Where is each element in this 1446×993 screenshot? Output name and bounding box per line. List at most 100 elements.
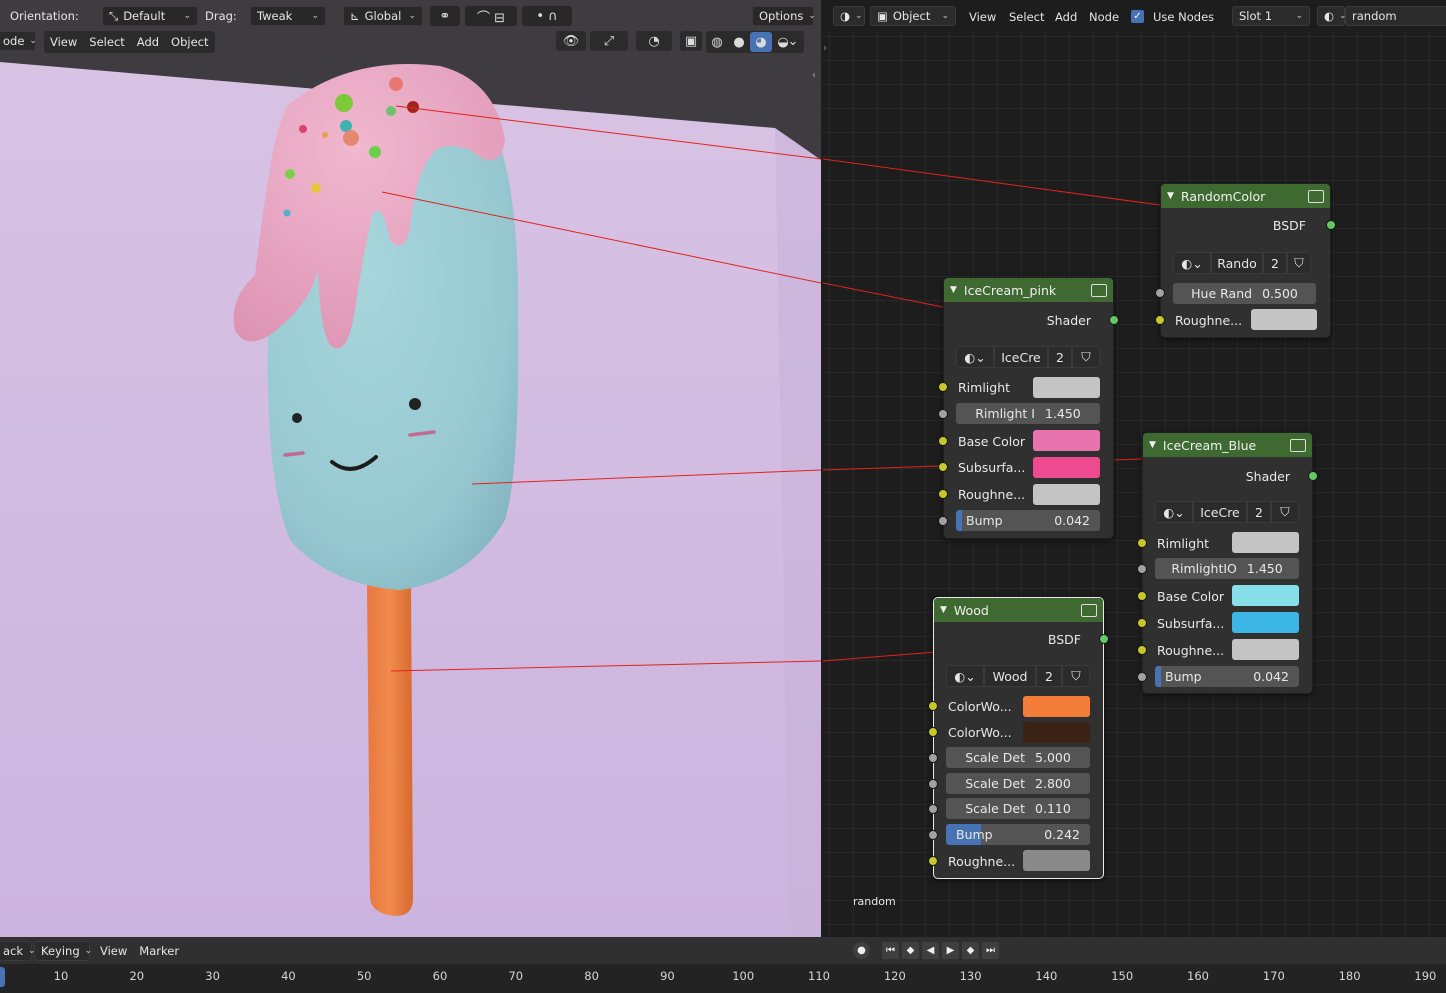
base-color-socket[interactable] — [1137, 591, 1147, 601]
chevron-down-icon[interactable]: ⌄ — [784, 31, 802, 51]
rimlight-ior-field[interactable]: RimlightIO 1.450 — [1155, 558, 1299, 579]
subsurface-socket[interactable] — [1137, 618, 1147, 628]
node-icecream-blue[interactable]: ▼ IceCream_Blue Shader ◐⌄ IceCre 2 ⛉ Rim… — [1137, 432, 1318, 694]
rimlight-ior-field[interactable]: Rimlight I 1.450 — [956, 403, 1100, 424]
3d-viewport[interactable]: Orientation: ⤡ Default ⌄ Drag: Tweak ⌄ ⊾… — [0, 0, 821, 937]
jump-end-icon[interactable]: ⏭ — [982, 942, 999, 959]
roughness-socket[interactable] — [938, 489, 948, 499]
hue-input-socket[interactable] — [1155, 288, 1165, 298]
user-count[interactable]: 2 — [1263, 252, 1287, 274]
wireframe-shading-icon[interactable]: ◍ — [706, 32, 728, 52]
rimlight-input-socket[interactable] — [1137, 538, 1147, 548]
material-browse-icon[interactable]: ◐⌄ — [956, 346, 994, 368]
scale-detail-2-field[interactable]: Scale Det 2.800 — [946, 773, 1090, 794]
node-randomcolor[interactable]: ▼ RandomColor BSDF ◐⌄ Rando 2 ⛉ Hue Rand… — [1155, 183, 1336, 338]
material-browse-icon[interactable]: ◐⌄ — [1173, 252, 1211, 274]
transform-orientation-dropdown[interactable]: ⊾ Global ⌄ — [343, 6, 423, 26]
material-name[interactable]: Wood — [984, 665, 1036, 687]
pivot-point-icon[interactable]: ⚭ — [430, 6, 460, 26]
shader-output-socket[interactable] — [1308, 471, 1318, 481]
group-icon[interactable] — [1290, 438, 1306, 452]
subsurface-color-swatch[interactable] — [1232, 612, 1299, 633]
play-icon[interactable]: ▶ — [942, 942, 959, 959]
bump-slider[interactable]: Bump 0.042 — [1155, 666, 1299, 687]
fake-user-shield-icon[interactable]: ⛉ — [1072, 346, 1100, 368]
subsurface-socket[interactable] — [938, 462, 948, 472]
scale-detail-3-field[interactable]: Scale Det 0.110 — [946, 798, 1090, 819]
roughness-color-swatch[interactable] — [1251, 309, 1317, 330]
color-wood2-swatch[interactable] — [1023, 722, 1090, 743]
node-header[interactable]: ▼ Wood — [934, 598, 1103, 622]
scale3-socket[interactable] — [928, 804, 938, 814]
group-icon[interactable] — [1308, 189, 1324, 203]
play-reverse-icon[interactable]: ◀ — [922, 942, 939, 959]
user-count[interactable]: 2 — [1048, 346, 1072, 368]
fake-user-shield-icon[interactable]: ⛉ — [1287, 252, 1311, 274]
collapse-triangle-icon[interactable]: ▼ — [950, 285, 957, 295]
menu-marker[interactable]: Marker — [133, 944, 185, 958]
rimlight-ior-socket[interactable] — [938, 409, 948, 419]
timeline[interactable]: ack ⌄ Keying ⌄ View Marker ● ⏮ ◆ ◀ ▶ ◆ ⏭ 1… — [0, 937, 1446, 993]
rimlight-ior-socket[interactable] — [1137, 564, 1147, 574]
drag-dropdown[interactable]: Tweak ⌄ — [250, 6, 326, 26]
rimlight-input-socket[interactable] — [938, 382, 948, 392]
rimlight-color-swatch[interactable] — [1232, 532, 1299, 553]
group-icon[interactable] — [1091, 283, 1107, 297]
keying-dropdown[interactable]: Keying ⌄ — [34, 941, 92, 961]
visibility-icon[interactable]: 👁 — [556, 31, 586, 51]
material-selector[interactable]: ◐⌄ Rando 2 ⛉ — [1173, 252, 1311, 274]
playback-dropdown[interactable]: ack ⌄ — [0, 941, 36, 961]
shader-output-socket[interactable] — [1109, 315, 1119, 325]
base-color-swatch[interactable] — [1033, 430, 1100, 451]
bump-socket[interactable] — [1137, 672, 1147, 682]
material-selector[interactable]: ◐⌄ Wood 2 ⛉ — [946, 665, 1090, 687]
node-icecream-pink[interactable]: ▼ IceCream_pink Shader ◐⌄ IceCre 2 ⛉ Rim… — [938, 277, 1119, 539]
bump-slider[interactable]: Bump 0.242 — [946, 824, 1090, 845]
xray-icon[interactable]: ▣ — [680, 31, 702, 51]
node-header[interactable]: ▼ IceCream_Blue — [1143, 433, 1312, 457]
menu-select[interactable]: Select — [83, 35, 130, 49]
collapse-triangle-icon[interactable]: ▼ — [1167, 191, 1174, 201]
menu-view[interactable]: View — [44, 35, 83, 49]
roughness-socket[interactable] — [1137, 645, 1147, 655]
user-count[interactable]: 2 — [1036, 665, 1062, 687]
next-keyframe-icon[interactable]: ◆ — [962, 942, 979, 959]
roughness-input-socket[interactable] — [1155, 315, 1165, 325]
group-icon[interactable] — [1081, 603, 1097, 617]
rimlight-color-swatch[interactable] — [1033, 377, 1100, 398]
node-header[interactable]: ▼ IceCream_pink — [944, 278, 1113, 302]
hue-rand-field[interactable]: Hue Rand 0.500 — [1173, 283, 1316, 304]
menu-object[interactable]: Object — [165, 35, 214, 49]
user-count[interactable]: 2 — [1247, 501, 1271, 523]
fake-user-shield-icon[interactable]: ⛉ — [1062, 665, 1090, 687]
gizmo-icon[interactable]: ⤢ — [590, 31, 628, 51]
material-browse-icon[interactable]: ◐⌄ — [946, 665, 984, 687]
scale1-socket[interactable] — [928, 753, 938, 763]
roughness-color-swatch[interactable] — [1232, 639, 1299, 660]
bsdf-output-socket[interactable] — [1099, 634, 1109, 644]
color-wood1-socket[interactable] — [928, 701, 938, 711]
material-name[interactable]: Rando — [1211, 252, 1263, 274]
base-color-socket[interactable] — [938, 436, 948, 446]
collapse-triangle-icon[interactable]: ▼ — [940, 605, 947, 615]
collapse-triangle-icon[interactable]: ▼ — [1149, 440, 1156, 450]
collapse-sidebar-icon[interactable]: ‹ — [812, 70, 821, 84]
material-browse-icon[interactable]: ◐⌄ — [1155, 501, 1193, 523]
solid-shading-icon[interactable]: ● — [728, 32, 750, 52]
menu-view[interactable]: View — [94, 944, 133, 958]
scale-detail-1-field[interactable]: Scale Det 5.000 — [946, 747, 1090, 768]
bump-slider[interactable]: Bump 0.042 — [956, 510, 1100, 531]
scale2-socket[interactable] — [928, 779, 938, 789]
prev-keyframe-icon[interactable]: ◆ — [902, 942, 919, 959]
roughness-socket[interactable] — [928, 856, 938, 866]
menu-add[interactable]: Add — [131, 35, 165, 49]
jump-start-icon[interactable]: ⏮ — [882, 942, 899, 959]
material-name[interactable]: IceCre — [1193, 501, 1247, 523]
shader-node-editor[interactable]: ◑ ⌄ ▣ Object ⌄ View Select Add Node ✓ Use… — [823, 0, 1446, 937]
bsdf-output-socket[interactable] — [1326, 220, 1336, 230]
snap-icon[interactable]: ⌒ ⊟ — [465, 6, 517, 26]
roughness-color-swatch[interactable] — [1033, 484, 1100, 505]
color-wood1-swatch[interactable] — [1023, 696, 1090, 717]
overlays-icon[interactable]: ◔ — [636, 31, 672, 51]
node-header[interactable]: ▼ RandomColor — [1161, 184, 1330, 208]
